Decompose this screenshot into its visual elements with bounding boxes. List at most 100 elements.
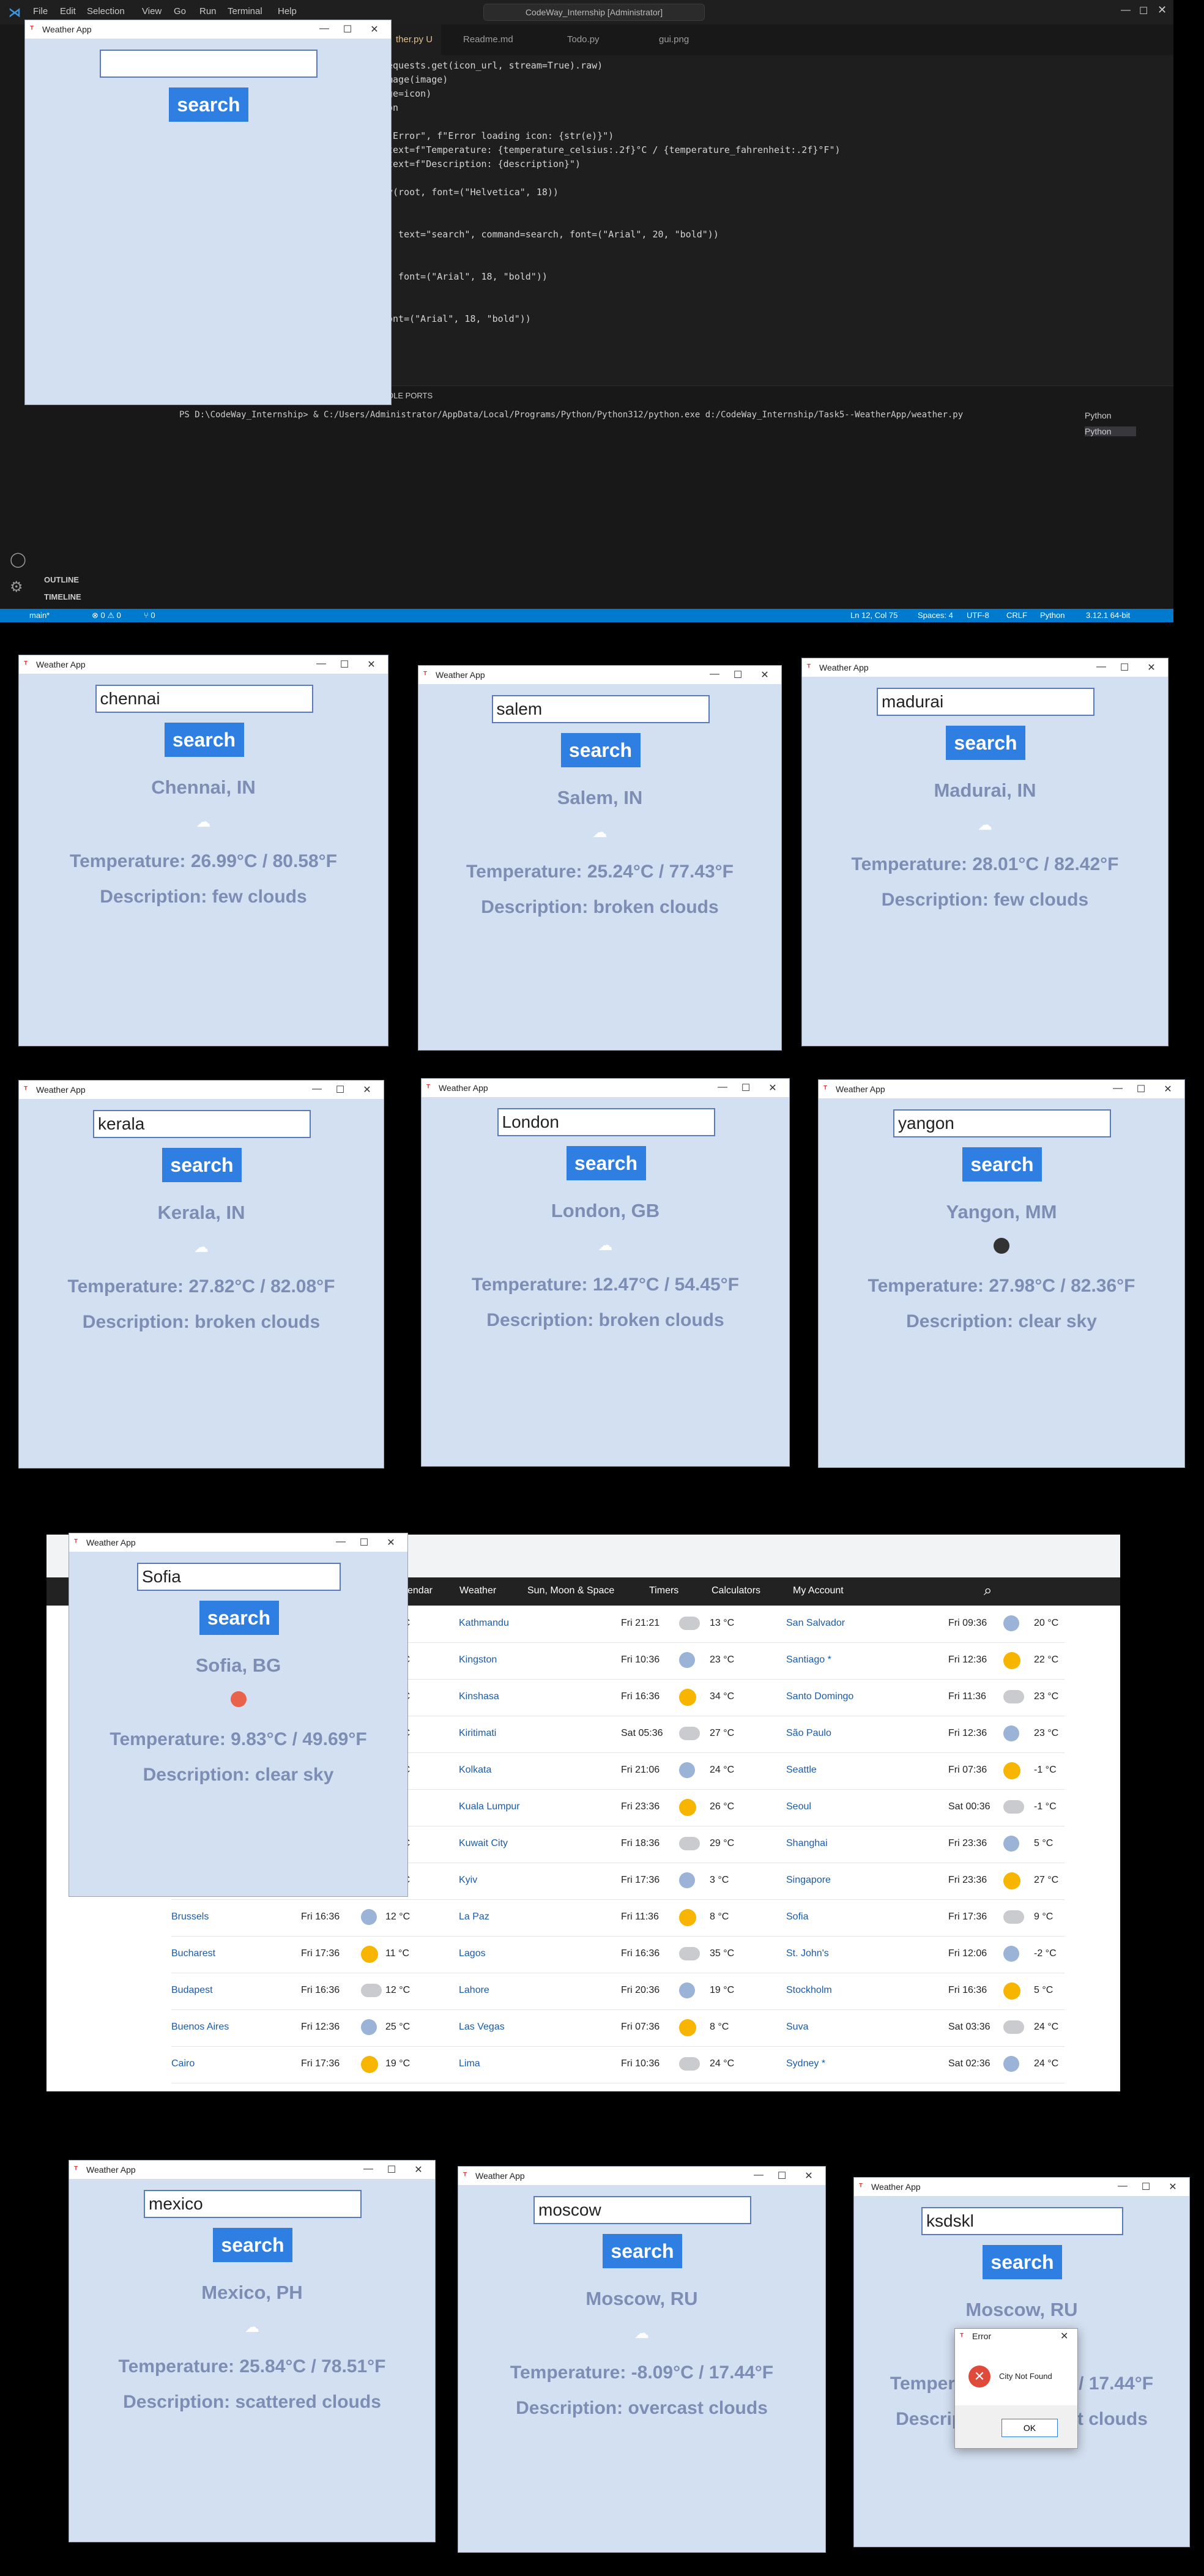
city-link[interactable]: São Paulo: [786, 1728, 831, 1739]
city-search-input[interactable]: moscow: [533, 2196, 751, 2224]
menu-edit[interactable]: Edit: [60, 6, 76, 17]
menu-view[interactable]: View: [142, 6, 162, 17]
problems-status[interactable]: ⊗ 0 ⚠ 0: [92, 611, 121, 620]
timeline-section[interactable]: TIMELINE: [44, 592, 81, 601]
close-icon[interactable]: ✕: [385, 1536, 396, 1549]
search-button[interactable]: search: [169, 87, 248, 122]
ok-button[interactable]: OK: [1001, 2419, 1058, 2437]
city-link[interactable]: Kingston: [459, 1655, 497, 1666]
search-button[interactable]: search: [560, 733, 641, 767]
maximize-icon[interactable]: ☐: [335, 1084, 346, 1096]
minimize-icon[interactable]: —: [1117, 2181, 1128, 2192]
maximize-icon[interactable]: ☐: [359, 1536, 370, 1549]
menu-terminal[interactable]: Terminal: [228, 6, 262, 17]
minimize-icon[interactable]: —: [363, 2164, 374, 2175]
eol-status[interactable]: CRLF: [1006, 611, 1027, 620]
close-icon[interactable]: ✕: [803, 2170, 814, 2182]
gear-icon[interactable]: ⚙: [10, 578, 23, 596]
maximize-icon[interactable]: ☐: [1119, 661, 1130, 674]
nav-sun-moon[interactable]: Sun, Moon & Space: [527, 1585, 614, 1596]
city-link[interactable]: Shanghai: [786, 1838, 828, 1849]
maximize-icon[interactable]: ☐: [740, 1082, 751, 1094]
city-link[interactable]: Kuala Lumpur: [459, 1801, 520, 1812]
menu-file[interactable]: File: [33, 6, 48, 17]
cursor-position[interactable]: Ln 12, Col 75: [850, 611, 897, 620]
city-search-input[interactable]: kerala: [93, 1110, 311, 1138]
minimize-icon[interactable]: —: [1096, 661, 1107, 672]
maximize-icon[interactable]: ☐: [732, 669, 743, 681]
search-button[interactable]: search: [566, 1146, 646, 1180]
city-link[interactable]: Kinshasa: [459, 1691, 499, 1702]
close-icon[interactable]: ✕: [362, 1084, 373, 1096]
city-link[interactable]: Santo Domingo: [786, 1691, 853, 1702]
city-search-input[interactable]: salem: [491, 695, 710, 723]
city-link[interactable]: La Paz: [459, 1912, 489, 1923]
city-search-input[interactable]: Sofia: [137, 1563, 341, 1591]
city-link[interactable]: St. John's: [786, 1948, 829, 1959]
close-icon[interactable]: ✕: [1162, 1083, 1173, 1095]
nav-calendar[interactable]: endar: [407, 1585, 433, 1596]
menu-run[interactable]: Run: [199, 6, 217, 17]
close-icon[interactable]: ✕: [366, 658, 377, 671]
city-link[interactable]: Cairo: [171, 2058, 195, 2069]
city-link[interactable]: Sydney *: [786, 2058, 825, 2069]
city-link[interactable]: Buenos Aires: [171, 2022, 229, 2033]
city-link[interactable]: Santiago *: [786, 1655, 831, 1666]
close-icon[interactable]: ✕: [413, 2164, 424, 2176]
close-icon[interactable]: ✕: [1158, 4, 1167, 17]
city-link[interactable]: Brussels: [171, 1912, 209, 1923]
city-link[interactable]: Seattle: [786, 1765, 817, 1776]
tab-weather-py[interactable]: ther.py U: [387, 24, 442, 55]
search-icon[interactable]: ⌕: [984, 1582, 992, 1599]
outline-section[interactable]: OUTLINE: [44, 575, 79, 584]
minimize-icon[interactable]: —: [1112, 1083, 1123, 1094]
maximize-icon[interactable]: ☐: [1140, 2181, 1151, 2193]
search-button[interactable]: search: [946, 726, 1025, 760]
terminal-session-2[interactable]: Python: [1085, 426, 1136, 436]
city-link[interactable]: Kiritimati: [459, 1728, 496, 1739]
city-link[interactable]: Kolkata: [459, 1765, 491, 1776]
branch-status[interactable]: main*: [29, 611, 50, 620]
minimize-icon[interactable]: —: [311, 1084, 322, 1095]
tab-readme[interactable]: Readme.md: [455, 24, 522, 55]
city-search-input[interactable]: yangon: [893, 1109, 1111, 1137]
city-search-input[interactable]: London: [497, 1108, 715, 1136]
city-link[interactable]: Budapest: [171, 1985, 213, 1996]
close-icon[interactable]: ✕: [759, 669, 770, 681]
city-link[interactable]: Singapore: [786, 1875, 831, 1886]
maximize-icon[interactable]: ☐: [342, 23, 353, 35]
maximize-icon[interactable]: ☐: [776, 2170, 787, 2182]
interpreter-status[interactable]: 3.12.1 64-bit: [1086, 611, 1130, 620]
city-link[interactable]: Lahore: [459, 1985, 489, 1996]
minimize-icon[interactable]: —: [335, 1536, 346, 1547]
nav-account[interactable]: My Account: [793, 1585, 844, 1596]
menu-selection[interactable]: Selection: [87, 6, 125, 17]
city-link[interactable]: San Salvador: [786, 1618, 845, 1629]
city-link[interactable]: Seoul: [786, 1801, 811, 1812]
close-icon[interactable]: ✕: [1167, 2181, 1178, 2193]
search-button[interactable]: search: [164, 723, 244, 757]
nav-calculators[interactable]: Calculators: [712, 1585, 760, 1596]
nav-timers[interactable]: Timers: [649, 1585, 678, 1596]
command-center-search[interactable]: CodeWay_Internship [Administrator]: [483, 4, 705, 21]
terminal-session-1[interactable]: Python: [1085, 411, 1112, 420]
city-search-input[interactable]: mexico: [144, 2190, 362, 2218]
minimize-icon[interactable]: —: [717, 1082, 728, 1093]
maximize-icon[interactable]: ☐: [1139, 5, 1148, 17]
indentation-status[interactable]: Spaces: 4: [918, 611, 953, 620]
close-icon[interactable]: ✕: [369, 23, 380, 35]
minimize-icon[interactable]: —: [709, 669, 720, 680]
search-button[interactable]: search: [983, 2245, 1062, 2279]
maximize-icon[interactable]: ☐: [1135, 1083, 1146, 1095]
city-search-input[interactable]: chennai: [95, 685, 313, 713]
ports-status[interactable]: ⑂ 0: [144, 611, 155, 620]
minimize-icon[interactable]: —: [753, 2170, 764, 2181]
city-search-input[interactable]: madurai: [877, 688, 1094, 716]
city-link[interactable]: Kuwait City: [459, 1838, 508, 1849]
city-link[interactable]: Lagos: [459, 1948, 486, 1959]
menu-go[interactable]: Go: [174, 6, 186, 17]
city-link[interactable]: Suva: [786, 2022, 808, 2033]
close-icon[interactable]: ✕: [767, 1082, 778, 1094]
account-icon[interactable]: ◯: [10, 551, 26, 568]
city-link[interactable]: Bucharest: [171, 1948, 215, 1959]
